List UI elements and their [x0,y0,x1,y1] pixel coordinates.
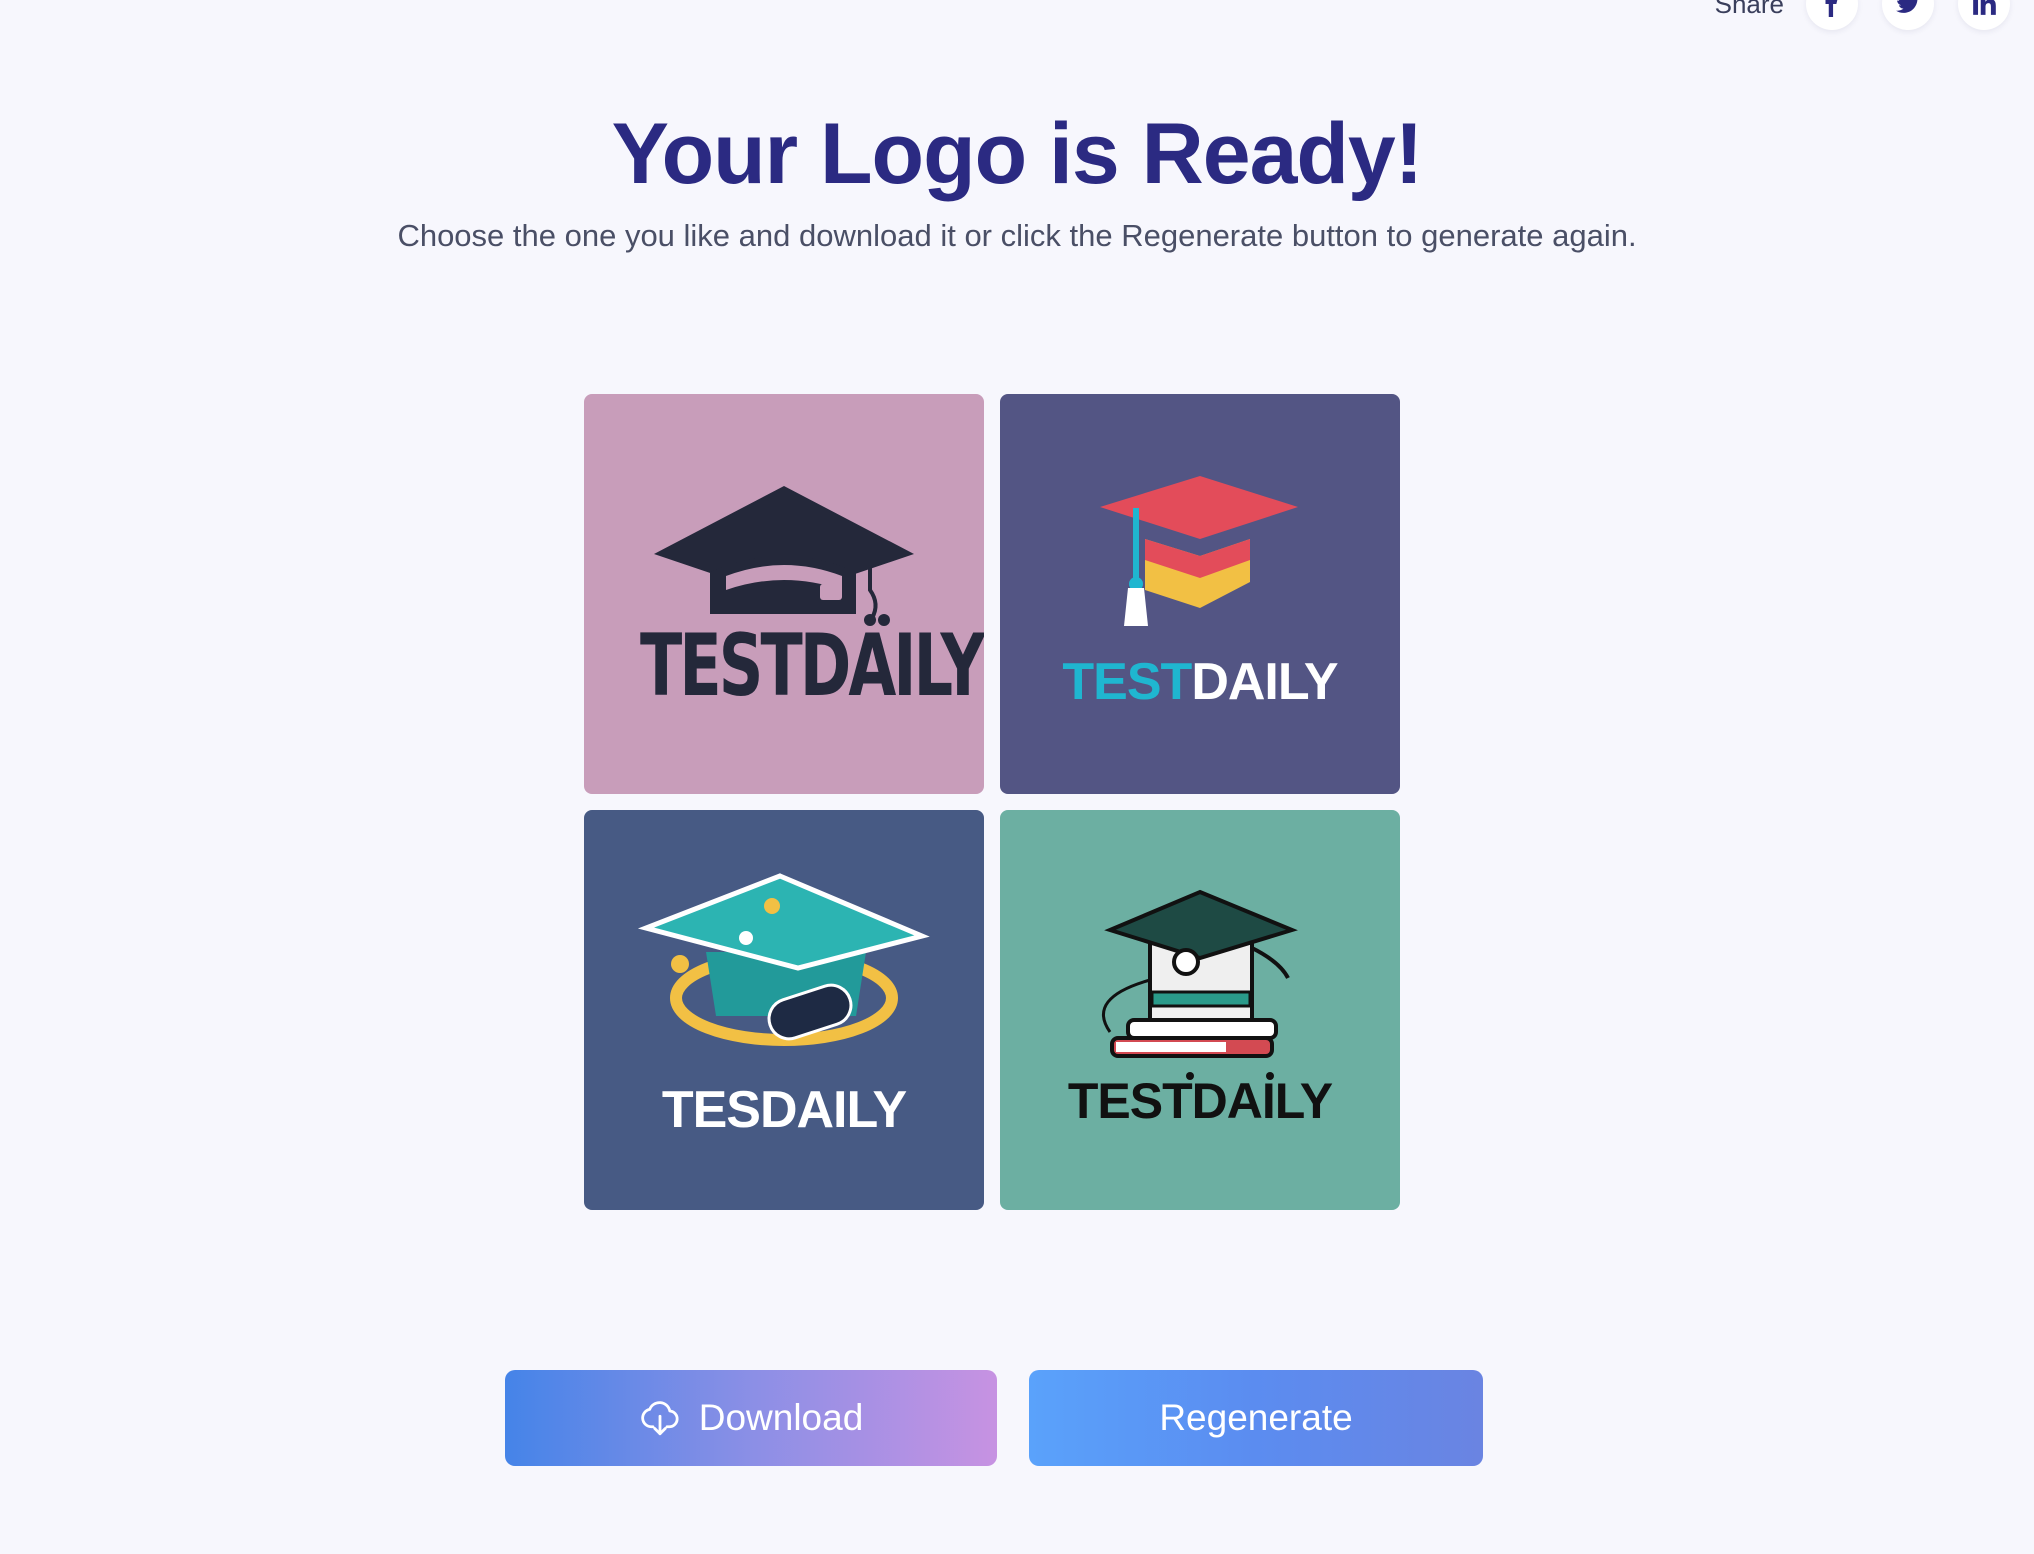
logo-option-1[interactable]: TESTDAILY [584,394,984,794]
twitter-share-button[interactable] [1882,0,1934,30]
page-subtitle: Choose the one you like and download it … [397,218,1637,253]
logo-3-wordmark: TESDAILY [661,1081,907,1139]
logo-2-wordmark: TESTDAILY [1062,653,1338,711]
share-label: Share [1714,0,1784,19]
graduation-cap-logo-image [637,873,930,1046]
graduation-cap-logo-image [1102,889,1298,1080]
regenerate-button[interactable]: Regenerate [1029,1370,1483,1466]
logo-option-2[interactable]: TESTDAILY [1000,394,1400,794]
graduation-cap-logo-image [654,486,914,626]
download-button-label: Download [698,1397,864,1438]
logo-grid: TESTDAILY TESTDAILY TESDAILY TESTDAILY [584,394,1400,1210]
facebook-icon [1825,0,1838,17]
share-bar: Share [1714,0,2034,30]
logo-4-wordmark: TESTDAILY [1067,1073,1333,1129]
twitter-icon [1896,0,1918,13]
graduation-cap-logo-image [1100,476,1298,626]
page-title: Your Logo is Ready! [611,106,1424,202]
regenerate-button-label: Regenerate [1159,1397,1353,1438]
cloud-download-icon [640,1401,679,1436]
logo-1-wordmark: TESTDAILY [640,616,984,716]
logo-option-4[interactable]: TESTDAILY [1000,810,1400,1210]
linkedin-share-button[interactable] [1958,0,2010,30]
download-button[interactable]: Download [505,1370,997,1466]
facebook-share-button[interactable] [1806,0,1858,30]
linkedin-icon [1973,0,1996,15]
logo-option-3[interactable]: TESDAILY [584,810,984,1210]
